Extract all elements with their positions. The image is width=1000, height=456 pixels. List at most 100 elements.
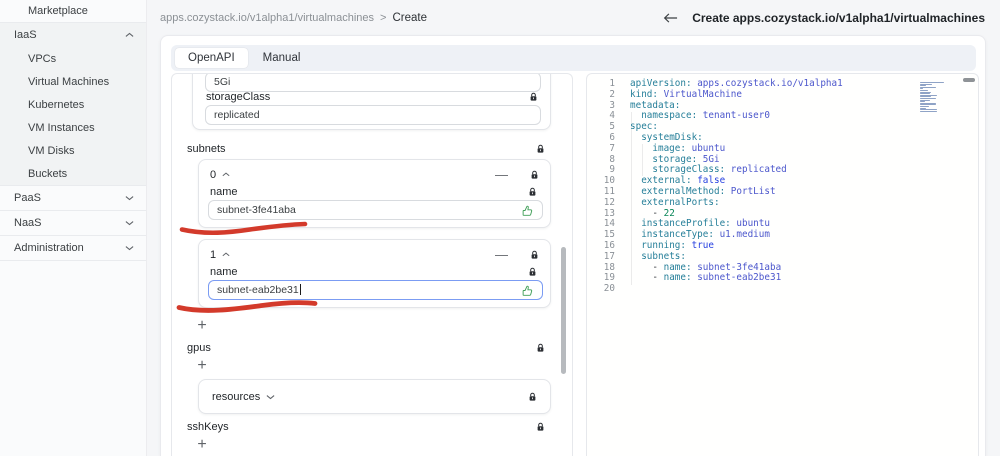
sidebar-item-vpcs[interactable]: VPCs xyxy=(0,47,146,70)
gpus-label: gpus xyxy=(187,342,211,354)
editor-minimap[interactable] xyxy=(920,82,948,114)
subnet-1-remove-button[interactable]: — xyxy=(495,248,508,261)
tab-openapi[interactable]: OpenAPI xyxy=(175,48,248,68)
tab-manual[interactable]: Manual xyxy=(250,48,314,68)
sidebar-item-administration[interactable]: Administration xyxy=(0,236,146,260)
subnet-card-0: 0 — name subnet-3fe41aba xyxy=(198,159,551,228)
storageclass-value: replicated xyxy=(214,109,260,121)
breadcrumb-separator: > xyxy=(380,11,387,24)
chevron-down-icon xyxy=(125,195,134,201)
breadcrumb-path-link[interactable]: apps.cozystack.io/v1alpha1/virtualmachin… xyxy=(160,12,374,24)
add-gpu-button[interactable]: + xyxy=(193,357,211,375)
minimap-line xyxy=(920,97,937,100)
gpus-label-row: gpus xyxy=(187,342,545,354)
breadcrumb-current: Create xyxy=(392,11,427,24)
chevron-up-icon xyxy=(125,32,134,38)
sidebar-item-label: VM Disks xyxy=(28,144,75,157)
sidebar-item-label: VM Instances xyxy=(28,121,95,134)
line-number: 2 xyxy=(609,88,615,100)
subnet-1-index: 1 xyxy=(210,248,217,261)
sidebar-item-label: Marketplace xyxy=(28,5,88,17)
sidebar-item-label: VPCs xyxy=(28,52,57,65)
text-cursor xyxy=(299,284,301,295)
lock-icon[interactable] xyxy=(530,250,539,260)
page-title: Create apps.cozystack.io/v1alpha1/virtua… xyxy=(692,10,985,25)
sidebar-item-vm-disks[interactable]: VM Disks xyxy=(0,139,146,162)
subnet-0-index: 0 xyxy=(210,168,217,181)
minimap-line xyxy=(920,110,937,112)
subnet-card-1: 1 — name subnet-eab2be31 xyxy=(198,239,551,308)
sidebar-item-label: Kubernetes xyxy=(28,98,85,111)
subnet-0-name-input[interactable]: subnet-3fe41aba xyxy=(208,200,543,220)
sidebar-item-paas[interactable]: PaaS xyxy=(0,186,146,210)
minimap-line xyxy=(920,105,930,107)
lock-icon[interactable] xyxy=(536,422,545,432)
sidebar-item-marketplace[interactable]: Marketplace xyxy=(0,0,146,22)
systemdisk-card: 5Gi storageClass replicated xyxy=(192,74,551,130)
sidebar-item-kubernetes[interactable]: Kubernetes xyxy=(0,93,146,116)
chevron-down-icon xyxy=(266,394,275,400)
subnet-0-name-value: subnet-3fe41aba xyxy=(217,204,296,216)
back-arrow-icon[interactable] xyxy=(663,12,678,24)
breadcrumb: apps.cozystack.io/v1alpha1/virtualmachin… xyxy=(160,0,427,35)
sidebar-item-iaas[interactable]: IaaS xyxy=(0,23,146,47)
line-number: 20 xyxy=(603,283,615,295)
content-card: OpenAPI Manual 5Gi storageClass replicat… xyxy=(160,35,986,456)
resources-expand-toggle[interactable]: resources xyxy=(199,380,550,413)
yaml-editor[interactable]: 1 apiVersion: apps.cozystack.io/v1alpha1 2… xyxy=(586,73,979,456)
code-line: 19 - name: subnet-eab2be31 xyxy=(587,272,978,284)
add-subnet-button[interactable]: + xyxy=(193,317,211,335)
sshkeys-label: sshKeys xyxy=(187,421,229,433)
sidebar-item-naas[interactable]: NaaS xyxy=(0,211,146,235)
minimap-line xyxy=(920,89,929,92)
lock-icon[interactable] xyxy=(528,267,537,277)
lock-icon[interactable] xyxy=(528,187,537,197)
page-title-bar: Create apps.cozystack.io/v1alpha1/virtua… xyxy=(663,0,985,35)
subnet-0-collapse-toggle[interactable]: 0 xyxy=(210,169,230,181)
editor-scrollbar-thumb[interactable] xyxy=(963,78,975,82)
lock-icon[interactable] xyxy=(536,144,545,154)
top-bar: apps.cozystack.io/v1alpha1/virtualmachin… xyxy=(147,0,1000,35)
sidebar-item-vm-instances[interactable]: VM Instances xyxy=(0,116,146,139)
sidebar-item-label: Buckets xyxy=(28,167,68,180)
subnet-0-remove-button[interactable]: — xyxy=(495,168,508,181)
app-window: Marketplace IaaS VPCs Virtual Machines Kuber… xyxy=(0,0,1000,456)
subnet-1-header: 1 — xyxy=(210,247,539,262)
subnets-label-row: subnets xyxy=(187,143,545,155)
lock-icon[interactable] xyxy=(530,170,539,180)
subnet-0-name-label: name xyxy=(210,186,238,198)
code-line: 20 xyxy=(587,283,978,295)
line-number: 7 xyxy=(609,142,615,154)
form-scrollbar-thumb[interactable] xyxy=(561,247,566,374)
chevron-up-icon xyxy=(222,252,230,257)
sidebar-item-label: NaaS xyxy=(14,217,42,229)
thumbs-up-icon xyxy=(521,204,534,217)
resources-label: resources xyxy=(212,390,261,403)
sshkeys-label-row: sshKeys xyxy=(187,421,545,433)
sidebar-divider xyxy=(0,260,146,261)
thumbs-up-icon xyxy=(521,284,534,297)
tab-bar: OpenAPI Manual xyxy=(171,45,976,71)
chevron-down-icon xyxy=(125,220,134,226)
subnet-1-name-label-row: name xyxy=(210,266,537,278)
chevron-down-icon xyxy=(125,245,134,251)
line-number: 12 xyxy=(603,196,615,208)
line-number: 17 xyxy=(603,250,615,262)
lock-icon[interactable] xyxy=(536,343,545,353)
sidebar-item-virtual-machines[interactable]: Virtual Machines xyxy=(0,70,146,93)
storage-input[interactable]: 5Gi xyxy=(205,74,541,92)
sidebar-item-label: PaaS xyxy=(14,192,41,204)
subnet-1-name-value: subnet-eab2be31 xyxy=(217,284,301,296)
sidebar-item-label: IaaS xyxy=(14,29,37,41)
openapi-form-panel: 5Gi storageClass replicated subnets 0 — … xyxy=(171,73,573,456)
sidebar-item-buckets[interactable]: Buckets xyxy=(0,162,146,185)
subnet-1-collapse-toggle[interactable]: 1 xyxy=(210,249,230,261)
storageclass-input[interactable]: replicated xyxy=(205,105,541,125)
lock-icon[interactable] xyxy=(528,392,537,402)
subnet-1-name-input[interactable]: subnet-eab2be31 xyxy=(208,280,543,300)
sidebar-item-label: Administration xyxy=(14,242,84,254)
add-sshkey-button[interactable]: + xyxy=(193,436,211,454)
storageclass-label: storageClass xyxy=(206,91,271,103)
lock-icon[interactable] xyxy=(529,92,538,102)
subnet-1-name-label: name xyxy=(210,266,238,278)
